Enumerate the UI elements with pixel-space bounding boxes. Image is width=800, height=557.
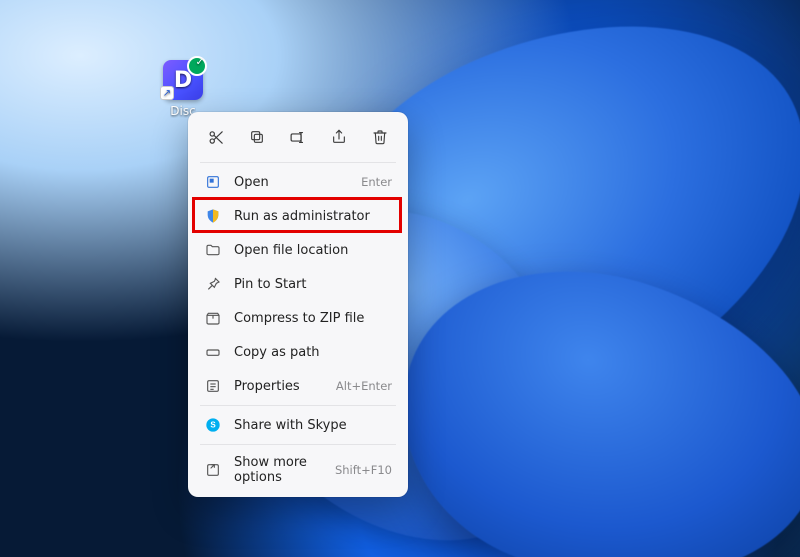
rename-icon bbox=[289, 129, 306, 146]
menu-item-open[interactable]: Open Enter bbox=[194, 165, 402, 199]
discord-shortcut[interactable]: D ↗ Disc bbox=[150, 60, 216, 118]
divider bbox=[200, 162, 396, 163]
skype-icon: S bbox=[204, 416, 222, 434]
menu-item-run-as-administrator[interactable]: Run as administrator bbox=[194, 199, 402, 233]
menu-item-compress-zip[interactable]: Compress to ZIP file bbox=[194, 301, 402, 335]
menu-item-show-more[interactable]: Show more options Shift+F10 bbox=[194, 447, 402, 493]
menu-item-shortcut: Enter bbox=[361, 175, 392, 189]
menu-item-shortcut: Alt+Enter bbox=[336, 379, 392, 393]
menu-item-properties[interactable]: Properties Alt+Enter bbox=[194, 369, 402, 403]
menu-item-label: Copy as path bbox=[234, 345, 382, 360]
copy-icon bbox=[249, 129, 265, 145]
menu-item-shortcut: Shift+F10 bbox=[335, 463, 392, 477]
shortcut-overlay-icon: ↗ bbox=[160, 86, 174, 100]
menu-item-label: Run as administrator bbox=[234, 209, 382, 224]
menu-item-label: Open bbox=[234, 175, 351, 190]
context-menu-toolbar bbox=[192, 118, 404, 160]
desktop: D ↗ Disc bbox=[0, 0, 800, 557]
share-icon bbox=[331, 129, 347, 145]
zip-icon bbox=[204, 309, 222, 327]
divider bbox=[200, 405, 396, 406]
discord-glyph: D bbox=[174, 68, 192, 93]
properties-icon bbox=[204, 377, 222, 395]
copy-button[interactable] bbox=[242, 122, 272, 152]
context-menu: Open Enter Run as administrator Open fil… bbox=[188, 112, 408, 497]
menu-item-copy-as-path[interactable]: Copy as path bbox=[194, 335, 402, 369]
pin-icon bbox=[204, 275, 222, 293]
trash-icon bbox=[372, 129, 388, 145]
scissors-icon bbox=[208, 129, 225, 146]
menu-item-label: Open file location bbox=[234, 243, 382, 258]
menu-item-label: Pin to Start bbox=[234, 277, 382, 292]
delete-button[interactable] bbox=[365, 122, 395, 152]
path-icon bbox=[204, 343, 222, 361]
divider bbox=[200, 444, 396, 445]
folder-icon bbox=[204, 241, 222, 259]
rename-button[interactable] bbox=[283, 122, 313, 152]
menu-item-pin-to-start[interactable]: Pin to Start bbox=[194, 267, 402, 301]
menu-item-label: Compress to ZIP file bbox=[234, 311, 382, 326]
menu-item-share-skype[interactable]: S Share with Skype bbox=[194, 408, 402, 442]
more-options-icon bbox=[204, 461, 222, 479]
menu-item-open-file-location[interactable]: Open file location bbox=[194, 233, 402, 267]
menu-item-label: Show more options bbox=[234, 455, 325, 485]
share-button[interactable] bbox=[324, 122, 354, 152]
open-icon bbox=[204, 173, 222, 191]
menu-item-label: Properties bbox=[234, 379, 326, 394]
menu-item-label: Share with Skype bbox=[234, 418, 382, 433]
svg-text:S: S bbox=[210, 421, 216, 430]
shield-icon bbox=[204, 207, 222, 225]
cut-button[interactable] bbox=[201, 122, 231, 152]
